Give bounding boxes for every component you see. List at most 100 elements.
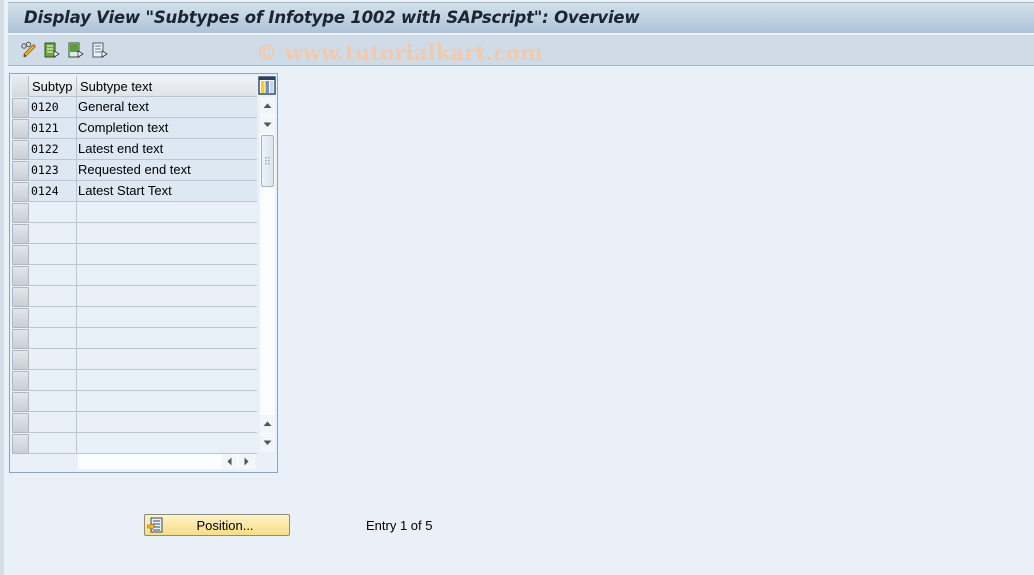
row-selector[interactable]: [12, 371, 29, 391]
table-row[interactable]: [10, 412, 257, 433]
triangle-down-icon: [263, 440, 272, 445]
table-row[interactable]: [10, 286, 257, 307]
table-row[interactable]: [10, 370, 257, 391]
vertical-scrollbar[interactable]: [260, 97, 275, 452]
cell-subtype-text[interactable]: Latest end text: [77, 139, 257, 160]
table-row[interactable]: 0124 Latest Start Text: [10, 181, 257, 202]
row-cells: [29, 328, 257, 349]
row-selector[interactable]: [12, 266, 29, 286]
cell-subtype-text[interactable]: [77, 370, 257, 391]
row-cells: 0124 Latest Start Text: [29, 181, 257, 202]
cell-subtype[interactable]: [29, 223, 77, 244]
cell-subtype-text[interactable]: Latest Start Text: [77, 181, 257, 202]
deselect-all-button[interactable]: [91, 41, 109, 59]
row-selector[interactable]: [12, 245, 29, 265]
row-selector[interactable]: [12, 224, 29, 244]
row-selector[interactable]: [12, 287, 29, 307]
cell-subtype[interactable]: [29, 307, 77, 328]
row-selector[interactable]: [12, 329, 29, 349]
scroll-left-button[interactable]: [222, 454, 237, 469]
scroll-down-button[interactable]: [260, 116, 275, 134]
display-change-button[interactable]: [20, 41, 38, 59]
scroll-page-up-button[interactable]: [260, 415, 275, 433]
cell-subtype[interactable]: 0122: [29, 139, 77, 160]
select-block-icon: [68, 42, 84, 58]
scroll-up-button[interactable]: [260, 97, 275, 115]
table-row[interactable]: [10, 223, 257, 244]
cell-subtype[interactable]: 0124: [29, 181, 77, 202]
table-row[interactable]: [10, 202, 257, 223]
entry-counter: Entry 1 of 5: [366, 518, 433, 533]
table-row[interactable]: [10, 349, 257, 370]
column-header-subtype[interactable]: Subtyp: [29, 76, 77, 97]
row-selector[interactable]: [12, 434, 29, 454]
cell-subtype-text[interactable]: [77, 265, 257, 286]
row-selector[interactable]: [12, 161, 29, 181]
triangle-up-icon: [263, 103, 272, 108]
cell-subtype-text[interactable]: [77, 202, 257, 223]
row-selector[interactable]: [12, 98, 29, 118]
row-selector[interactable]: [12, 413, 29, 433]
cell-subtype[interactable]: 0120: [29, 97, 77, 118]
table-row[interactable]: [10, 244, 257, 265]
cell-subtype-text[interactable]: [77, 412, 257, 433]
cell-subtype-text[interactable]: [77, 223, 257, 244]
select-all-column-header[interactable]: [12, 76, 29, 97]
table-row[interactable]: 0121 Completion text: [10, 118, 257, 139]
scroll-right-button[interactable]: [239, 454, 254, 469]
table-row[interactable]: [10, 307, 257, 328]
row-cells: [29, 244, 257, 265]
cell-subtype-text[interactable]: [77, 328, 257, 349]
cell-subtype-text[interactable]: [77, 433, 257, 454]
triangle-up-icon: [263, 421, 272, 426]
cell-subtype-text[interactable]: [77, 307, 257, 328]
grip-icon: [265, 157, 270, 165]
table-row[interactable]: 0122 Latest end text: [10, 139, 257, 160]
cell-subtype-text[interactable]: General text: [77, 97, 257, 118]
sap-screen: Display View "Subtypes of Infotype 1002 …: [0, 0, 1034, 575]
cell-subtype[interactable]: [29, 391, 77, 412]
title-bar: Display View "Subtypes of Infotype 1002 …: [8, 2, 1034, 33]
cell-subtype[interactable]: 0121: [29, 118, 77, 139]
row-selector[interactable]: [12, 119, 29, 139]
row-selector[interactable]: [12, 392, 29, 412]
row-selector[interactable]: [12, 182, 29, 202]
scroll-page-down-button[interactable]: [260, 434, 275, 452]
cell-subtype-text[interactable]: Requested end text: [77, 160, 257, 181]
table-row[interactable]: [10, 433, 257, 454]
table-settings-button[interactable]: [258, 76, 276, 95]
cell-subtype-text[interactable]: [77, 391, 257, 412]
cell-subtype[interactable]: [29, 370, 77, 391]
cell-subtype[interactable]: 0123: [29, 160, 77, 181]
select-all-button[interactable]: [43, 41, 61, 59]
table-row[interactable]: [10, 265, 257, 286]
cell-subtype-text[interactable]: [77, 244, 257, 265]
row-cells: 0120 General text: [29, 97, 257, 118]
table-row[interactable]: [10, 328, 257, 349]
cell-subtype[interactable]: [29, 265, 77, 286]
cell-subtype[interactable]: [29, 244, 77, 265]
table-row[interactable]: [10, 391, 257, 412]
cell-subtype[interactable]: [29, 433, 77, 454]
cell-subtype[interactable]: [29, 286, 77, 307]
row-selector[interactable]: [12, 203, 29, 223]
scroll-thumb[interactable]: [261, 135, 274, 187]
cell-subtype[interactable]: [29, 202, 77, 223]
select-block-button[interactable]: [67, 41, 85, 59]
table-control: Subtyp Subtype text 0120 General text 0121…: [9, 73, 278, 473]
cell-subtype[interactable]: [29, 328, 77, 349]
row-selector[interactable]: [12, 308, 29, 328]
row-cells: [29, 433, 257, 454]
row-cells: [29, 412, 257, 433]
table-row[interactable]: 0120 General text: [10, 97, 257, 118]
row-selector[interactable]: [12, 140, 29, 160]
cell-subtype-text[interactable]: [77, 349, 257, 370]
row-selector[interactable]: [12, 350, 29, 370]
cell-subtype-text[interactable]: [77, 286, 257, 307]
cell-subtype[interactable]: [29, 349, 77, 370]
column-header-text[interactable]: Subtype text: [77, 76, 257, 97]
cell-subtype[interactable]: [29, 412, 77, 433]
position-button[interactable]: Position...: [144, 514, 290, 536]
table-row[interactable]: 0123 Requested end text: [10, 160, 257, 181]
cell-subtype-text[interactable]: Completion text: [77, 118, 257, 139]
